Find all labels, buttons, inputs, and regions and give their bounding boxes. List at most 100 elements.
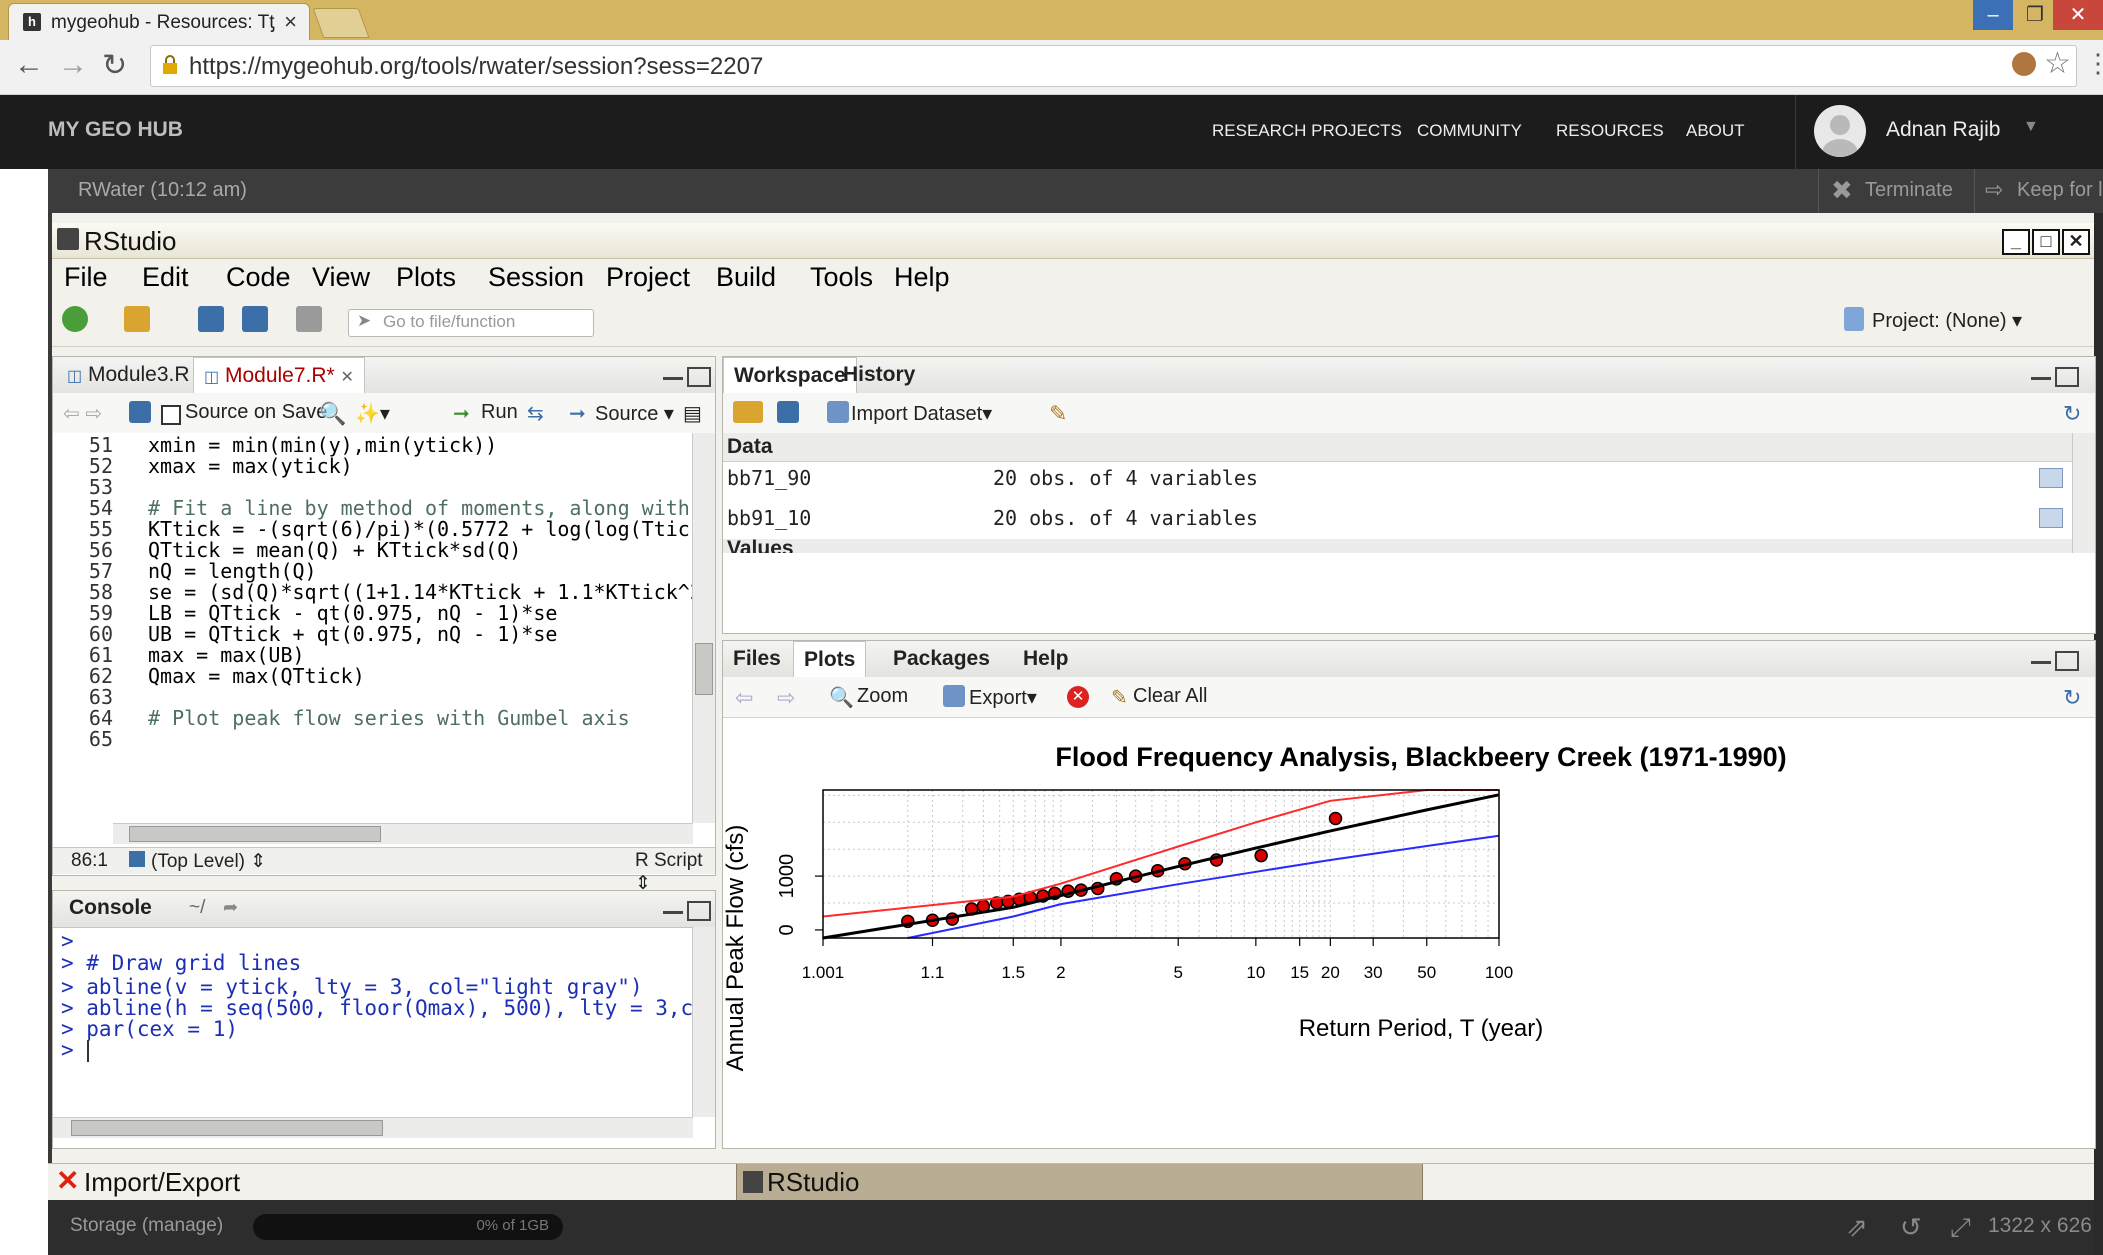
save-all-icon[interactable]: [242, 306, 268, 332]
view-table-icon[interactable]: [2039, 508, 2063, 528]
rstudio-minimize-button[interactable]: _: [2002, 229, 2030, 255]
minimize-pane-icon[interactable]: [663, 911, 683, 914]
menu-session[interactable]: Session: [488, 262, 584, 293]
scope-selector[interactable]: (Top Level) ⇕: [151, 850, 266, 873]
minimize-window-button[interactable]: –: [1973, 0, 2013, 30]
refresh-icon[interactable]: ↻: [2063, 401, 2081, 427]
back-arrow-icon[interactable]: ←: [14, 48, 44, 82]
tab-help[interactable]: Help: [1013, 641, 1079, 677]
project-selector[interactable]: Project: (None) ▾: [1872, 308, 2022, 333]
site-logo[interactable]: MY GEO HUB: [48, 118, 183, 142]
refresh-icon[interactable]: ↻: [2063, 685, 2081, 711]
reload-icon[interactable]: ↻: [102, 48, 127, 83]
source-button[interactable]: Source ▾: [595, 401, 674, 426]
tab-module7[interactable]: ◫ Module7.R* ✕: [193, 357, 365, 395]
maximize-pane-icon[interactable]: [687, 367, 711, 387]
keep-for-later-button[interactable]: ⇨ Keep for later: [1974, 169, 2103, 213]
restore-window-button[interactable]: ❐: [2015, 0, 2055, 30]
cookie-icon[interactable]: [2012, 52, 2036, 76]
new-file-icon[interactable]: [62, 306, 88, 332]
save-icon[interactable]: [198, 306, 224, 332]
editor-vertical-scrollbar[interactable]: [692, 433, 715, 823]
browser-menu-icon[interactable]: ⋮: [2085, 48, 2103, 79]
forward-arrow-icon[interactable]: →: [58, 48, 88, 82]
clear-all-button[interactable]: Clear All: [1133, 685, 1207, 708]
goto-dir-icon[interactable]: ➦: [223, 897, 238, 918]
nav-about[interactable]: ABOUT: [1686, 121, 1745, 141]
back-arrow-icon[interactable]: ⇦ ⇨: [63, 401, 102, 426]
browser-tab[interactable]: h mygeohub - Resources: Tƫ ×: [8, 3, 310, 41]
save-icon[interactable]: [777, 401, 799, 423]
minimize-pane-icon[interactable]: [2031, 377, 2051, 380]
console-output[interactable]: > > # Draw grid lines > abline(v = ytick…: [53, 927, 693, 1117]
print-icon[interactable]: [296, 306, 322, 332]
maximize-pane-icon[interactable]: [2055, 367, 2079, 387]
scroll-thumb[interactable]: [695, 643, 713, 695]
console-horizontal-scrollbar[interactable]: [53, 1117, 693, 1138]
nav-research-projects[interactable]: RESEARCH PROJECTS: [1212, 121, 1402, 141]
resize-icon[interactable]: ⤢: [1950, 1212, 1971, 1244]
maximize-pane-icon[interactable]: [687, 901, 711, 921]
export-button[interactable]: Export▾: [969, 685, 1037, 710]
console-prompt[interactable]: >: [61, 1038, 86, 1062]
rerun-icon[interactable]: ⇆: [527, 401, 544, 426]
popout-icon[interactable]: ⇗: [1846, 1212, 1868, 1243]
import-dataset-button[interactable]: Import Dataset▾: [851, 401, 992, 426]
menu-view[interactable]: View: [312, 262, 370, 293]
close-icon[interactable]: ✕: [341, 369, 354, 386]
menu-file[interactable]: File: [64, 262, 108, 293]
code-editor[interactable]: 51 xmin = min(min(y),min(ytick)) 52 xmax…: [53, 433, 693, 823]
workspace-scrollbar[interactable]: [2072, 433, 2095, 553]
menu-tools[interactable]: Tools: [810, 262, 873, 293]
menu-plots[interactable]: Plots: [396, 262, 456, 293]
close-tab-icon[interactable]: ×: [284, 9, 297, 35]
nav-resources[interactable]: RESOURCES: [1556, 121, 1664, 141]
rstudio-close-button[interactable]: ✕: [2062, 229, 2090, 255]
open-file-icon[interactable]: [124, 306, 150, 332]
zoom-button[interactable]: Zoom: [857, 685, 908, 708]
go-to-file-input[interactable]: ➤ Go to file/function: [348, 309, 594, 337]
load-workspace-icon[interactable]: [733, 401, 763, 423]
reset-icon[interactable]: ↺: [1900, 1212, 1922, 1243]
minimize-pane-icon[interactable]: [2031, 661, 2051, 664]
console-vertical-scrollbar[interactable]: [692, 927, 715, 1117]
remove-plot-icon[interactable]: ✕: [1067, 686, 1089, 708]
tab-packages[interactable]: Packages: [883, 641, 1000, 677]
outline-icon[interactable]: ▤: [683, 401, 702, 426]
editor-horizontal-scrollbar[interactable]: [113, 823, 693, 844]
scroll-thumb[interactable]: [129, 826, 381, 842]
run-button[interactable]: Run: [481, 401, 518, 424]
new-tab-button[interactable]: [312, 8, 370, 38]
rstudio-maximize-button[interactable]: □: [2032, 229, 2060, 255]
tab-history[interactable]: History: [833, 357, 925, 393]
file-type-selector[interactable]: R Script ⇕: [635, 850, 715, 895]
previous-plot-icon[interactable]: ⇦: [735, 685, 753, 711]
workspace-row[interactable]: bb91_10 20 obs. of 4 variables: [723, 503, 2065, 533]
search-icon[interactable]: 🔍: [319, 401, 346, 427]
user-menu[interactable]: Adnan Rajib ▼: [1795, 95, 2103, 169]
close-window-button[interactable]: ✕: [2053, 0, 2103, 30]
view-table-icon[interactable]: [2039, 468, 2063, 488]
menu-project[interactable]: Project: [606, 262, 690, 293]
menu-code[interactable]: Code: [226, 262, 291, 293]
nav-community[interactable]: COMMUNITY: [1417, 121, 1522, 141]
source-on-save-checkbox[interactable]: [161, 405, 181, 425]
next-plot-icon[interactable]: ⇨: [777, 685, 795, 711]
task-import-export[interactable]: ✕ Import/Export: [48, 1164, 736, 1200]
clear-workspace-broom-icon[interactable]: ✎: [1049, 401, 1067, 427]
minimize-pane-icon[interactable]: [663, 377, 683, 380]
code-tools-icon[interactable]: ✨▾: [355, 401, 390, 426]
menu-help[interactable]: Help: [894, 262, 950, 293]
bookmark-star-icon[interactable]: ☆: [2044, 46, 2071, 81]
maximize-pane-icon[interactable]: [2055, 651, 2079, 671]
menu-edit[interactable]: Edit: [142, 262, 189, 293]
tab-files[interactable]: Files: [723, 641, 791, 677]
task-rstudio[interactable]: RStudio: [736, 1164, 1423, 1200]
address-bar[interactable]: https://mygeohub.org/tools/rwater/sessio…: [150, 45, 2077, 87]
tab-plots[interactable]: Plots: [793, 641, 867, 679]
terminate-button[interactable]: ✖ Terminate: [1818, 169, 1975, 213]
save-icon[interactable]: [129, 401, 151, 423]
workspace-row[interactable]: bb71_90 20 obs. of 4 variables: [723, 463, 2065, 493]
storage-manage-link[interactable]: Storage (manage): [70, 1215, 223, 1237]
menu-build[interactable]: Build: [716, 262, 776, 293]
